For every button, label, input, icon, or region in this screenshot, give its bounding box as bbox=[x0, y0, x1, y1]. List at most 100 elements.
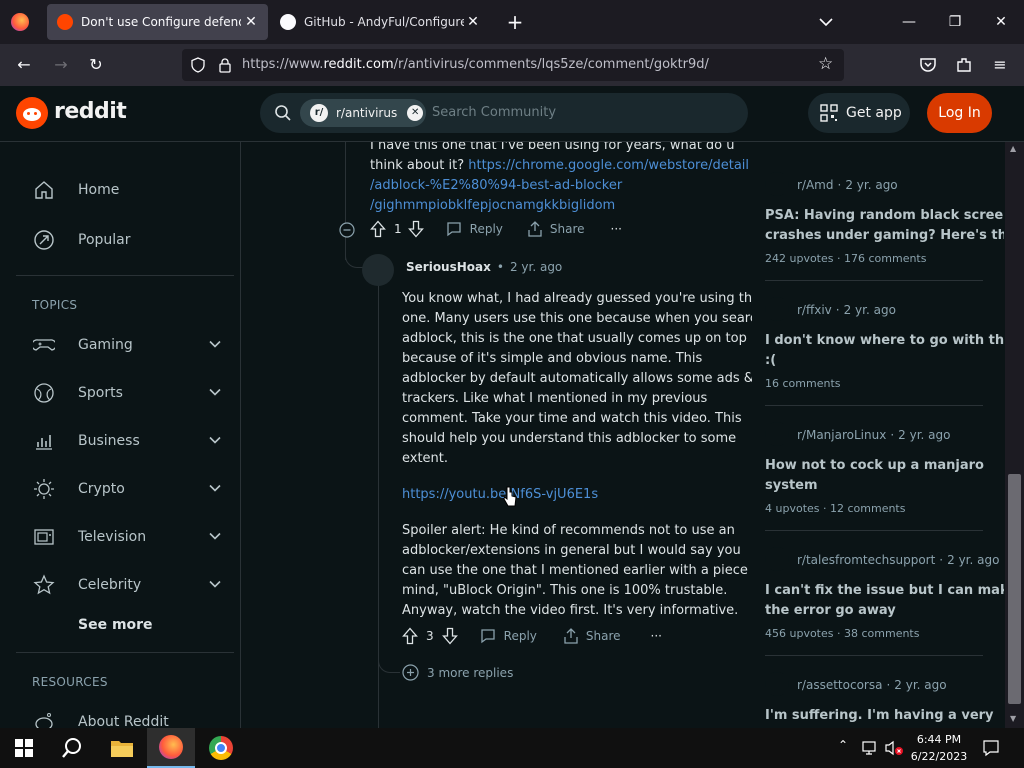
reddit-logo-icon[interactable] bbox=[16, 97, 48, 129]
firefox-menu-icon[interactable] bbox=[11, 13, 29, 31]
lock-icon[interactable] bbox=[218, 57, 232, 73]
file-explorer-icon[interactable] bbox=[98, 728, 146, 768]
tab-github[interactable]: GitHub - AndyFul/ConfigureDefender ✕ bbox=[270, 4, 490, 40]
sidebar-item-business[interactable]: Business bbox=[32, 423, 232, 459]
close-tab-icon[interactable]: ✕ bbox=[464, 13, 482, 31]
tab-reddit[interactable]: Don't use Configure defender!! Use... ✕ bbox=[47, 4, 268, 40]
comment-time[interactable]: 2 yr. ago bbox=[510, 260, 562, 274]
avatar[interactable] bbox=[362, 254, 394, 286]
comment-link[interactable]: /gighmmpiobklfepjocnamgkkbiglidom bbox=[370, 196, 615, 216]
url-bar[interactable]: https://www.reddit.com/r/antivirus/comme… bbox=[182, 49, 844, 81]
reddit-wordmark[interactable]: reddit bbox=[54, 99, 127, 124]
new-tab-button[interactable]: + bbox=[504, 11, 526, 33]
comment-author[interactable]: SeriousHoax bbox=[406, 260, 491, 274]
sidebar-item-gaming[interactable]: Gaming bbox=[32, 327, 232, 363]
volume-muted-icon[interactable] bbox=[884, 740, 904, 756]
sidebar-item-popular[interactable]: Popular bbox=[32, 222, 232, 258]
popular-icon bbox=[32, 228, 56, 252]
chevron-down-icon[interactable] bbox=[208, 529, 222, 543]
pocket-icon[interactable] bbox=[919, 56, 937, 74]
sidebar-item-crypto[interactable]: Crypto bbox=[32, 471, 232, 507]
bookmark-star-icon[interactable]: ☆ bbox=[818, 54, 833, 74]
taskbar-clock[interactable]: 6:44 PM 6/22/2023 bbox=[906, 731, 972, 765]
subreddit-avatar[interactable] bbox=[765, 547, 789, 571]
more-replies-button[interactable]: 3 more replies bbox=[402, 664, 513, 681]
subreddit-name[interactable]: r/assettocorsa bbox=[797, 678, 882, 692]
search-bar[interactable]: r/ r/antivirus ✕ Search Community bbox=[260, 93, 748, 133]
chevron-down-icon[interactable] bbox=[208, 337, 222, 351]
upvote-icon[interactable] bbox=[402, 627, 418, 645]
page-scrollbar[interactable]: ▲ ▼ bbox=[1005, 142, 1024, 728]
minimize-icon[interactable]: — bbox=[899, 12, 919, 32]
scrollbar-thumb[interactable] bbox=[1008, 474, 1021, 704]
related-post-title[interactable]: the error go away bbox=[765, 601, 983, 621]
subreddit-avatar[interactable] bbox=[765, 422, 789, 446]
related-post-title[interactable]: How not to cock up a manjaro bbox=[765, 456, 984, 476]
subreddit-name[interactable]: r/ManjaroLinux bbox=[797, 428, 886, 442]
subreddit-name[interactable]: r/Amd bbox=[797, 178, 834, 192]
search-input[interactable]: Search Community bbox=[432, 105, 556, 120]
extensions-icon[interactable] bbox=[955, 56, 973, 74]
scroll-down-icon[interactable]: ▼ bbox=[1010, 714, 1016, 723]
collapse-thread-icon[interactable] bbox=[339, 222, 355, 238]
reload-icon[interactable]: ↻ bbox=[85, 54, 107, 76]
log-in-button[interactable]: Log In bbox=[927, 93, 992, 133]
chevron-down-icon[interactable] bbox=[208, 481, 222, 495]
chevron-down-icon[interactable] bbox=[208, 577, 222, 591]
get-app-label: Get app bbox=[846, 105, 902, 121]
subreddit-avatar[interactable] bbox=[765, 672, 789, 696]
remove-filter-icon[interactable]: ✕ bbox=[407, 105, 424, 121]
search-icon[interactable] bbox=[48, 728, 96, 768]
subreddit-avatar[interactable] bbox=[765, 297, 789, 321]
upvote-icon[interactable] bbox=[370, 220, 386, 238]
youtube-link[interactable]: https://youtu.be/Nf6S-vjU6E1s bbox=[402, 485, 598, 505]
share-button[interactable]: Share bbox=[563, 628, 621, 644]
reply-button[interactable]: Reply bbox=[480, 628, 537, 644]
chevron-down-icon[interactable] bbox=[208, 385, 222, 399]
comment-link[interactable]: /adblock-%E2%80%94-best-ad-blocker bbox=[370, 176, 622, 196]
subreddit-name[interactable]: r/talesfromtechsupport bbox=[797, 553, 935, 567]
reply-button[interactable]: Reply bbox=[446, 221, 503, 237]
related-post-title[interactable]: :( bbox=[765, 351, 983, 371]
subreddit-name[interactable]: r/ffxiv bbox=[797, 303, 832, 317]
windows-start-icon[interactable] bbox=[0, 728, 48, 768]
subreddit-avatar[interactable] bbox=[765, 172, 789, 196]
get-app-button[interactable]: Get app bbox=[808, 93, 910, 133]
shield-icon[interactable] bbox=[190, 57, 206, 73]
comment-link[interactable]: https://chrome.google.com/webstore/detai… bbox=[468, 158, 749, 173]
notifications-icon[interactable] bbox=[982, 739, 1000, 757]
share-button[interactable]: Share bbox=[527, 221, 585, 237]
downvote-icon[interactable] bbox=[407, 220, 424, 238]
post-time: 2 yr. ago bbox=[894, 678, 947, 692]
chevron-down-icon[interactable] bbox=[208, 433, 222, 447]
network-icon[interactable] bbox=[862, 740, 880, 756]
chrome-taskbar-icon[interactable] bbox=[197, 728, 245, 768]
hamburger-menu-icon[interactable]: ≡ bbox=[989, 54, 1011, 76]
show-hidden-icons-icon[interactable]: ⌃ bbox=[838, 738, 848, 752]
related-post-title[interactable]: system bbox=[765, 476, 983, 496]
close-window-icon[interactable]: ✕ bbox=[991, 12, 1011, 32]
sidebar-item-sports[interactable]: Sports bbox=[32, 375, 232, 411]
maximize-icon[interactable]: ❐ bbox=[945, 12, 965, 32]
scroll-up-icon[interactable]: ▲ bbox=[1010, 144, 1016, 153]
more-options-button[interactable]: ··· bbox=[651, 629, 662, 643]
more-options-button[interactable]: ··· bbox=[611, 222, 622, 236]
downvote-icon[interactable] bbox=[441, 627, 458, 645]
sidebar-item-home[interactable]: Home bbox=[32, 172, 232, 208]
related-post-title[interactable]: I'm suffering. I'm having a very bbox=[765, 706, 994, 726]
related-post-title[interactable]: I can't fix the issue but I can make bbox=[765, 581, 1004, 601]
sidebar-item-about-reddit[interactable]: About Reddit bbox=[32, 704, 232, 728]
sidebar-item-celebrity[interactable]: Celebrity bbox=[32, 567, 232, 603]
related-post-title[interactable]: I don't know where to go with this bbox=[765, 331, 1004, 351]
see-more-button[interactable]: See more bbox=[78, 607, 198, 643]
sidebar-item-television[interactable]: Television bbox=[32, 519, 232, 555]
close-tab-icon[interactable]: ✕ bbox=[242, 13, 260, 31]
list-tabs-icon[interactable] bbox=[816, 12, 836, 32]
related-post-title[interactable]: crashes under gaming? Here's th... bbox=[765, 226, 1004, 246]
firefox-taskbar-icon[interactable] bbox=[147, 728, 195, 768]
forward-icon[interactable]: → bbox=[50, 54, 72, 76]
url-text[interactable]: https://www.reddit.com/r/antivirus/comme… bbox=[242, 57, 709, 72]
community-filter-chip[interactable]: r/ r/antivirus ✕ bbox=[300, 99, 426, 127]
back-icon[interactable]: ← bbox=[13, 54, 35, 76]
related-post-title[interactable]: PSA: Having random black screen bbox=[765, 206, 1004, 226]
